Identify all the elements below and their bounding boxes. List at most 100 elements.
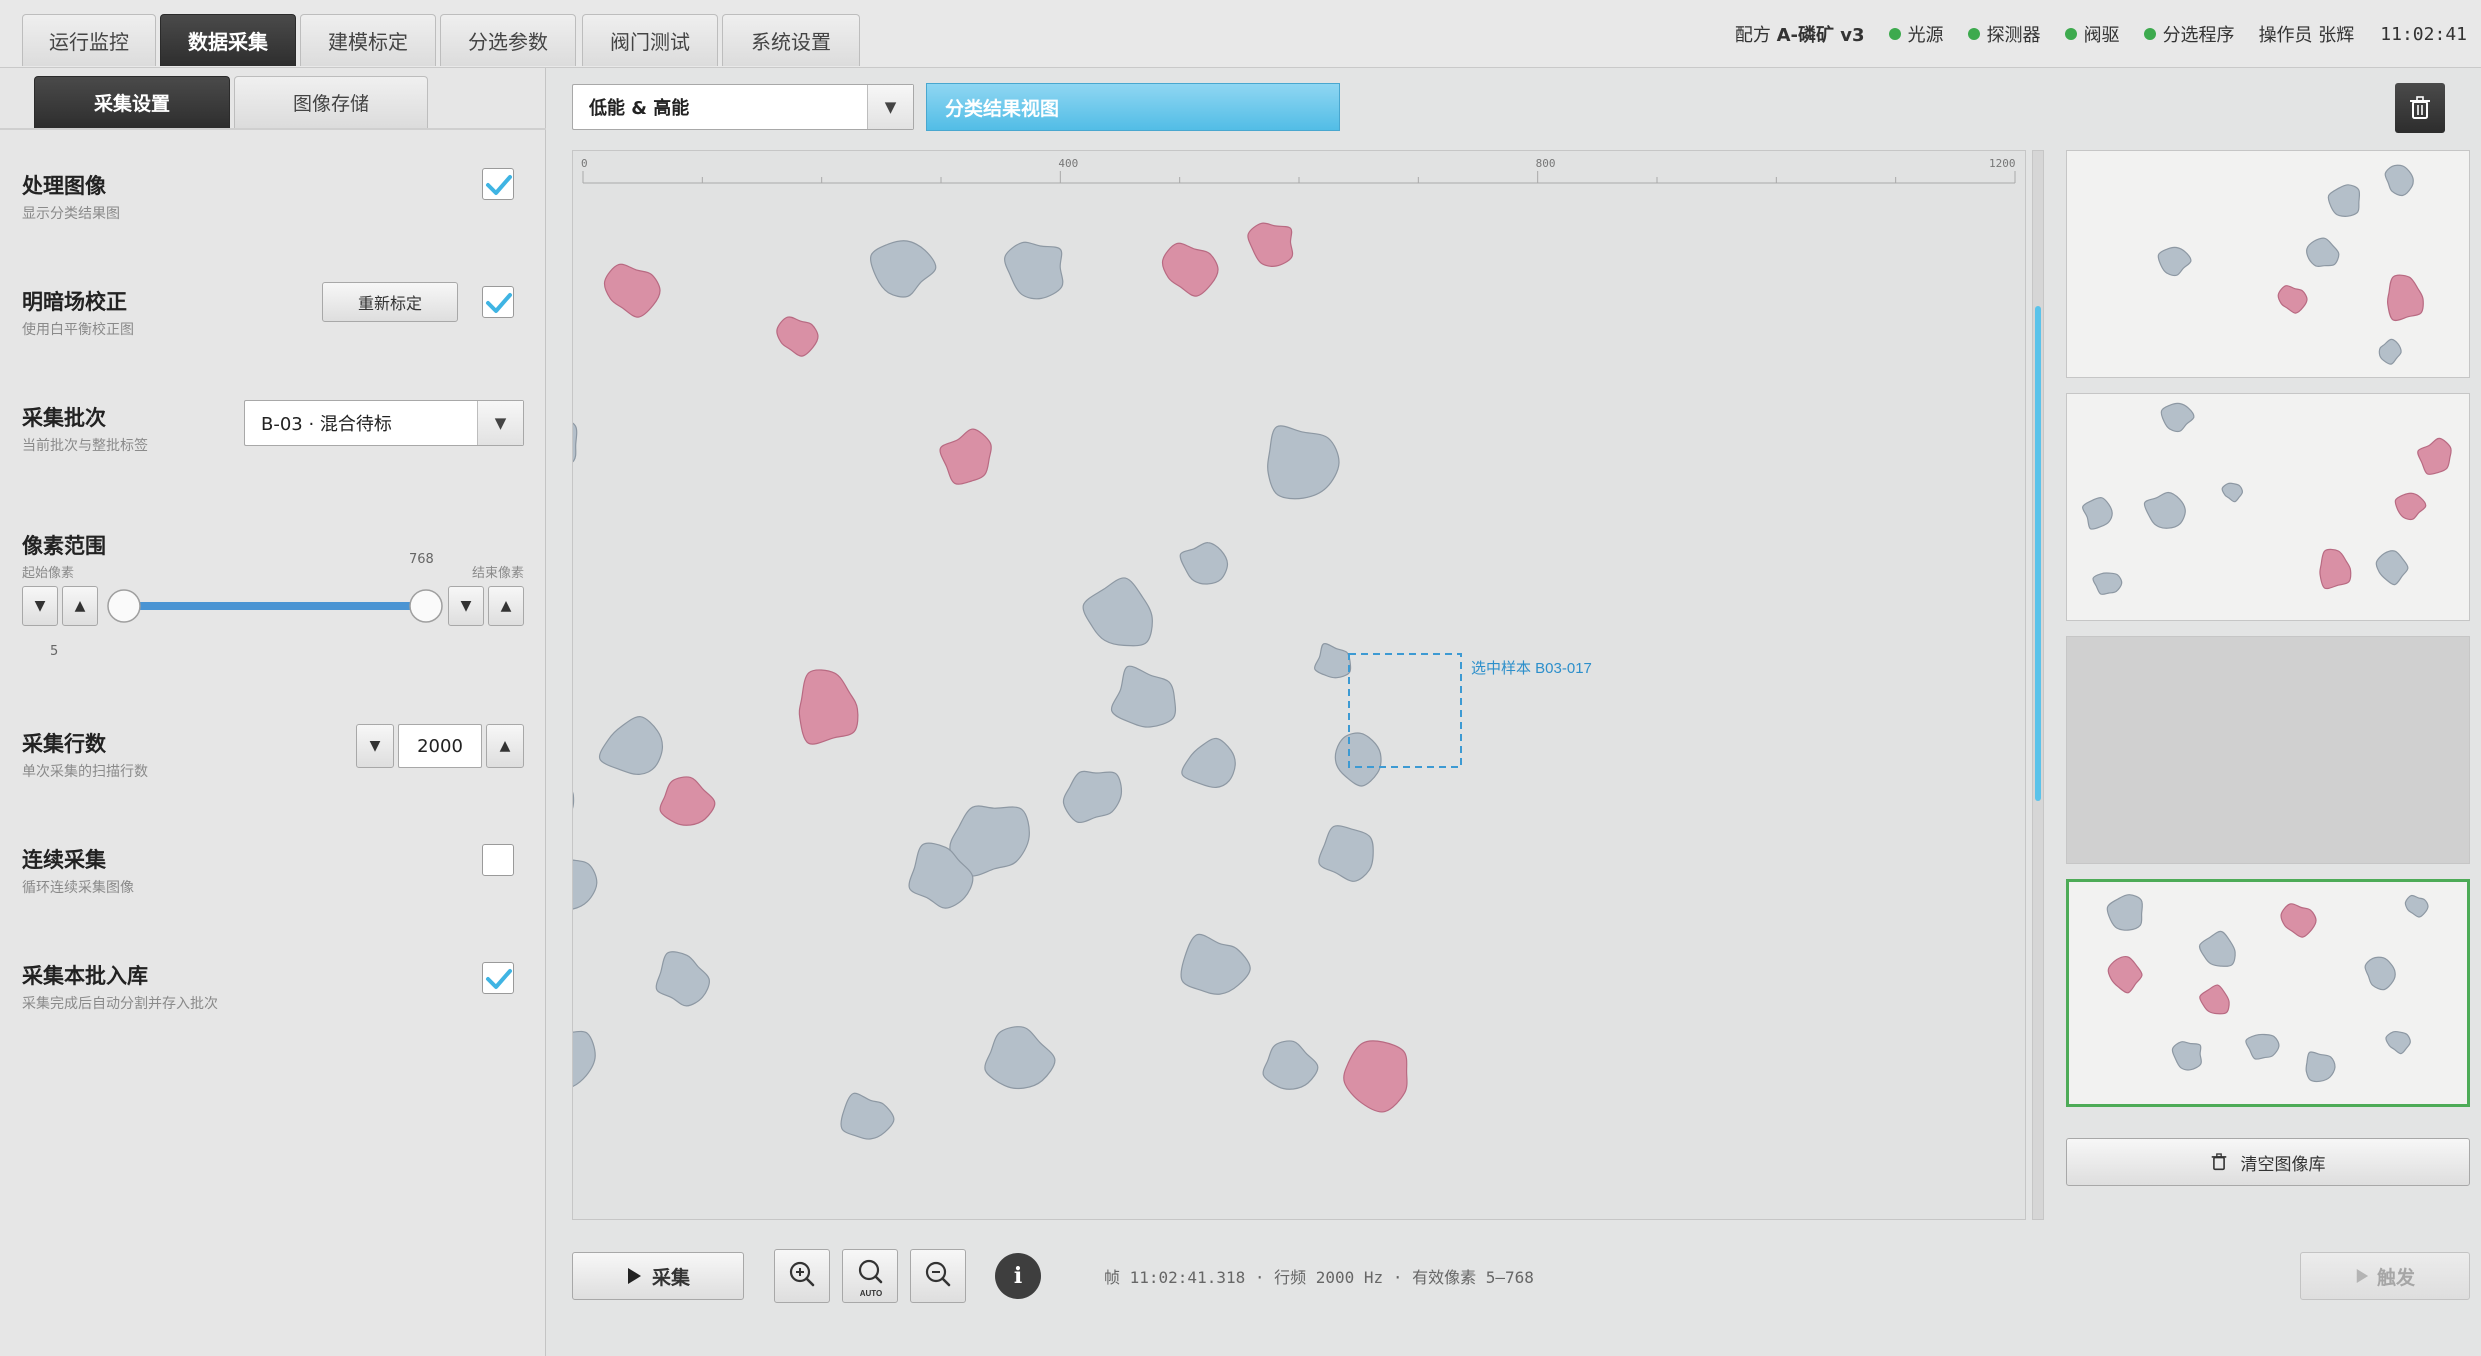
channel-select[interactable]: 低能 & 高能 ▼ [572,84,914,130]
tab-run-monitor[interactable]: 运行监控 [22,14,156,66]
particle-accept[interactable] [2378,338,2402,365]
particle-accept[interactable] [1110,665,1177,728]
particle-reject[interactable] [659,776,716,826]
end-pixel-decrement[interactable]: ▼ [448,586,484,626]
trigger-button[interactable]: 触发 [2300,1252,2470,1300]
particle-accept[interactable] [1267,425,1340,500]
tab-system-settings[interactable]: 系统设置 [722,14,860,66]
library-thumbnail-1[interactable] [2066,150,2470,378]
particle-reject[interactable] [2107,956,2143,994]
particle-accept[interactable] [2404,894,2429,918]
particle-accept[interactable] [1062,770,1123,824]
tab-valve-test[interactable]: 阀门测试 [582,14,718,66]
particle-accept[interactable] [840,1092,895,1140]
particle-accept[interactable] [1181,737,1236,789]
particle-accept[interactable] [655,951,710,1007]
batch-select[interactable]: B-03 · 混合待标 ▼ [244,400,524,446]
particle-accept[interactable] [2160,402,2195,433]
particle-accept[interactable] [2221,482,2243,503]
particle-reject[interactable] [2394,492,2427,521]
particle-accept[interactable] [869,240,937,298]
particle-accept[interactable] [573,1028,596,1088]
particle-accept[interactable] [573,767,575,821]
particle-reject[interactable] [2277,285,2308,314]
particle-accept[interactable] [1318,825,1374,882]
scrollbar-thumb[interactable] [2035,306,2041,801]
particle-accept[interactable] [1334,732,1382,787]
particle-reject[interactable] [2319,548,2352,590]
particle-accept[interactable] [1180,933,1251,995]
particle-accept[interactable] [1313,642,1352,679]
particle-accept[interactable] [1004,241,1064,300]
particle-accept[interactable] [1179,542,1229,585]
ruler-label: 1200 [1989,157,2016,170]
particle-reject[interactable] [1343,1040,1408,1113]
library-thumbnail-selected[interactable] [2066,879,2470,1107]
save-batch-checkbox[interactable] [482,962,514,994]
flat-field-checkbox[interactable] [482,286,514,318]
clear-library-button[interactable]: 清空图像库 [2066,1138,2470,1186]
subtab-image-storage[interactable]: 图像存储 [234,76,428,128]
recalibrate-button[interactable]: 重新标定 [322,282,458,322]
particle-reject[interactable] [776,316,819,357]
scan-lines-input[interactable]: 2000 [398,724,482,768]
particle-reject[interactable] [2199,984,2230,1015]
particle-accept[interactable] [2245,1033,2280,1060]
particle-reject[interactable] [603,263,661,318]
particle-accept[interactable] [2385,1030,2411,1055]
scan-lines-decrement[interactable]: ▼ [356,724,394,768]
particle-accept[interactable] [2384,164,2414,197]
particle-accept[interactable] [2082,496,2113,530]
particle-accept[interactable] [1262,1040,1319,1090]
process-image-checkbox[interactable] [482,168,514,200]
zoom-auto-button[interactable]: AUTO [842,1249,898,1303]
play-icon [2356,1269,2369,1283]
start-pixel-increment[interactable]: ▲ [62,586,98,626]
particle-accept[interactable] [573,855,598,910]
tab-modeling[interactable]: 建模标定 [300,14,436,66]
particle-accept[interactable] [598,716,664,775]
slider-end-handle[interactable] [409,589,443,623]
zoom-out-button[interactable] [910,1249,966,1303]
particle-accept[interactable] [573,418,578,467]
particle-accept[interactable] [984,1026,1056,1090]
particle-accept[interactable] [1082,577,1153,647]
particle-reject[interactable] [1247,222,1294,267]
subtab-capture-settings[interactable]: 采集设置 [34,76,230,128]
classification-view-button[interactable]: 分类结果视图 [926,83,1340,131]
particle-reject[interactable] [798,669,859,745]
continuous-checkbox[interactable] [482,844,514,876]
particle-accept[interactable] [2198,930,2236,967]
particle-accept[interactable] [2106,894,2143,931]
end-pixel-increment[interactable]: ▲ [488,586,524,626]
delete-button[interactable] [2395,83,2445,133]
particle-accept[interactable] [2171,1041,2202,1071]
info-button[interactable]: i [995,1253,1041,1299]
library-thumbnail-2[interactable] [2066,393,2470,621]
slider-start-handle[interactable] [107,589,141,623]
tab-sort-params[interactable]: 分选参数 [440,14,576,66]
view-scrollbar[interactable] [2032,150,2044,1220]
zoom-in-button[interactable] [774,1249,830,1303]
particle-reject[interactable] [2280,903,2317,938]
particle-reject[interactable] [1161,242,1219,297]
tab-data-capture[interactable]: 数据采集 [160,14,296,66]
particle-canvas[interactable]: 0 400 800 1200 选中样本 B03-017 [573,151,2025,1219]
capture-button[interactable]: 采集 [572,1252,744,1300]
particle-accept[interactable] [2305,1051,2336,1083]
particle-accept[interactable] [2092,572,2123,595]
particle-accept[interactable] [2364,956,2396,991]
particle-accept[interactable] [2306,237,2340,268]
scan-lines-increment[interactable]: ▲ [486,724,524,768]
particle-reject[interactable] [2386,274,2424,322]
start-pixel-decrement[interactable]: ▼ [22,586,58,626]
classification-view[interactable]: 0 400 800 1200 选中样本 B03-017 [572,150,2026,1220]
particle-reject[interactable] [2417,437,2452,476]
library-thumbnail-empty[interactable] [2066,636,2470,864]
particle-accept[interactable] [2143,491,2186,529]
particle-reject[interactable] [939,428,992,485]
particle-accept[interactable] [2327,184,2361,217]
particle-accept[interactable] [2375,550,2409,586]
pixel-range-slider[interactable] [100,586,450,626]
particle-accept[interactable] [2157,246,2192,277]
